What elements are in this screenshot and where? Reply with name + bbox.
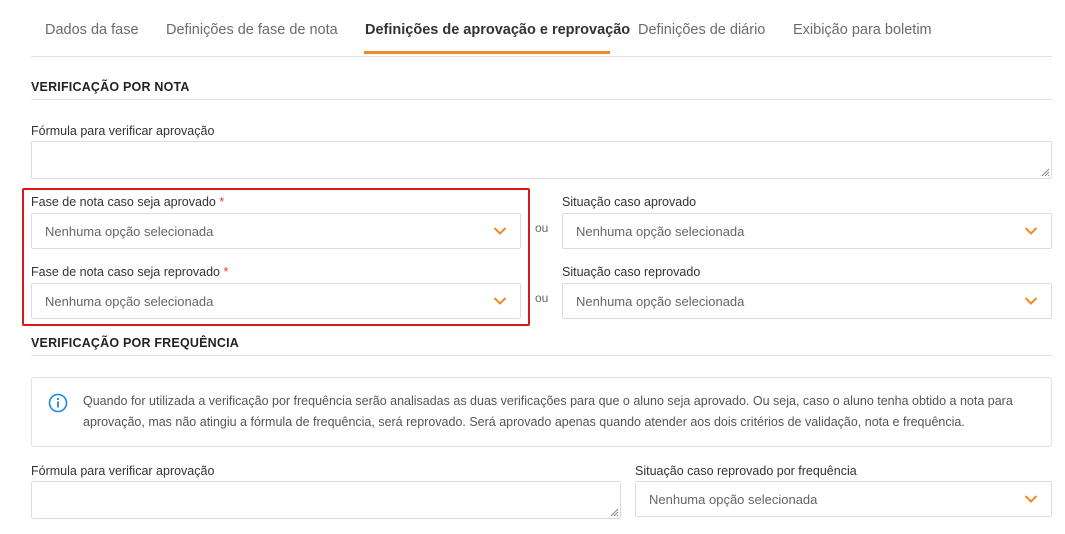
chevron-down-icon bbox=[1024, 495, 1038, 503]
situacao-reprovado-frequencia-label: Situação caso reprovado por frequência bbox=[635, 464, 857, 478]
or-separator: ou bbox=[535, 291, 549, 305]
section-divider bbox=[31, 355, 1052, 356]
select-value: Nenhuma opção selecionada bbox=[649, 492, 818, 507]
tab-bar: Dados da fase Definições de fase de nota… bbox=[31, 0, 1052, 57]
section-title-frequencia: VERIFICAÇÃO POR FREQUÊNCIA bbox=[31, 336, 239, 350]
select-value: Nenhuma opção selecionada bbox=[45, 294, 214, 309]
chevron-down-icon bbox=[493, 297, 507, 305]
tab-dados-da-fase[interactable]: Dados da fase bbox=[45, 22, 139, 38]
chevron-down-icon bbox=[1024, 227, 1038, 235]
select-value: Nenhuma opção selecionada bbox=[45, 224, 214, 239]
active-tab-indicator bbox=[364, 51, 610, 54]
tab-definicoes-fase-nota[interactable]: Definições de fase de nota bbox=[166, 22, 338, 38]
tab-definicoes-aprovacao-reprovacao[interactable]: Definições de aprovação e reprovação bbox=[365, 22, 630, 38]
info-text: Quando for utilizada a verificação por f… bbox=[83, 394, 1013, 429]
fase-reprovado-select[interactable]: Nenhuma opção selecionada bbox=[31, 283, 521, 319]
situacao-reprovado-label: Situação caso reprovado bbox=[562, 265, 701, 279]
fase-reprovado-label: Fase de nota caso seja reprovado * bbox=[31, 265, 229, 279]
info-icon bbox=[48, 393, 68, 413]
situacao-reprovado-select[interactable]: Nenhuma opção selecionada bbox=[562, 283, 1052, 319]
required-asterisk: * bbox=[219, 195, 225, 209]
info-alert: Quando for utilizada a verificação por f… bbox=[31, 377, 1052, 447]
situacao-aprovado-label: Situação caso aprovado bbox=[562, 195, 697, 209]
chevron-down-icon bbox=[493, 227, 507, 235]
section-title-nota: VERIFICAÇÃO POR NOTA bbox=[31, 80, 190, 94]
or-separator: ou bbox=[535, 221, 549, 235]
fase-aprovado-select[interactable]: Nenhuma opção selecionada bbox=[31, 213, 521, 249]
section-divider bbox=[31, 99, 1052, 100]
fase-aprovado-label: Fase de nota caso seja aprovado * bbox=[31, 195, 225, 209]
formula-frequencia-textarea[interactable] bbox=[31, 481, 621, 519]
tab-exibicao-boletim[interactable]: Exibição para boletim bbox=[793, 22, 932, 38]
formula-aprovacao-label: Fórmula para verificar aprovação bbox=[31, 124, 215, 138]
resize-grip-icon[interactable] bbox=[1041, 168, 1050, 177]
chevron-down-icon bbox=[1024, 297, 1038, 305]
situacao-reprovado-frequencia-select[interactable]: Nenhuma opção selecionada bbox=[635, 481, 1052, 517]
resize-grip-icon[interactable] bbox=[610, 508, 619, 517]
formula-frequencia-label: Fórmula para verificar aprovação bbox=[31, 464, 215, 478]
select-value: Nenhuma opção selecionada bbox=[576, 294, 745, 309]
formula-aprovacao-textarea[interactable] bbox=[31, 141, 1052, 179]
select-value: Nenhuma opção selecionada bbox=[576, 224, 745, 239]
situacao-aprovado-select[interactable]: Nenhuma opção selecionada bbox=[562, 213, 1052, 249]
tab-definicoes-diario[interactable]: Definições de diário bbox=[638, 22, 765, 38]
required-asterisk: * bbox=[223, 265, 229, 279]
